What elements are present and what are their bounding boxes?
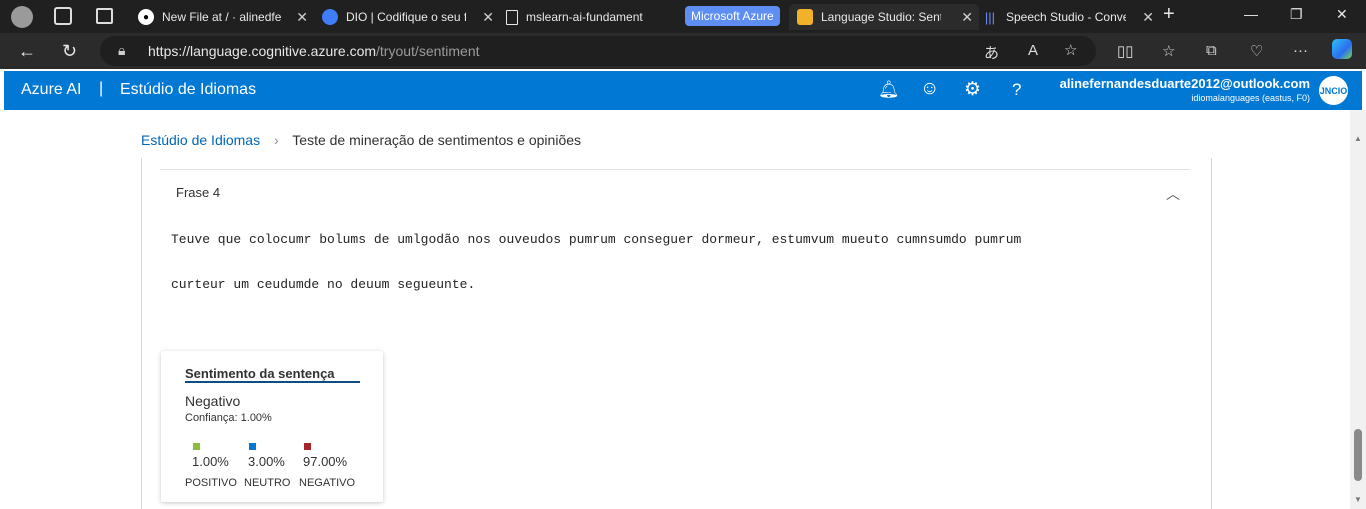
lock-icon[interactable]: 🔒︎ — [118, 42, 125, 59]
negative-label: NEGATIVO — [299, 477, 356, 489]
tab-title: New File at / · alinedfer — [162, 10, 282, 24]
tab-title: Speech Studio - Conve — [1006, 10, 1126, 24]
positive-color-square — [193, 443, 200, 450]
document-icon — [506, 9, 518, 25]
split-screen-icon[interactable]: ▯▯ — [1117, 42, 1134, 60]
sentence-sentiment-card: Sentimento da sentença Negativo Confianç… — [161, 351, 383, 502]
brand-title[interactable]: Azure AI — [21, 81, 81, 99]
negative-score: 97.00% — [303, 454, 348, 469]
browser-essentials-icon[interactable]: ♡ — [1250, 42, 1263, 60]
account-info[interactable]: alinefernandesduarte2012@outlook.com idi… — [1060, 76, 1310, 103]
speech-icon: ||| — [984, 9, 996, 25]
neutral-label: NEUTRO — [244, 477, 291, 489]
avatar[interactable]: JNCIO — [1319, 76, 1348, 105]
negative-color-square — [304, 443, 311, 450]
feedback-smiley-icon[interactable]: ☺ — [920, 78, 939, 100]
help-icon[interactable]: ? — [1012, 80, 1021, 100]
phrase-text-line: curteur um ceudumde no deuum segueunte. — [171, 277, 476, 292]
tab-dio[interactable]: DIO | Codifique o seu f ✕ — [316, 4, 500, 30]
tab-speech-studio[interactable]: ||| Speech Studio - Conve ✕ — [976, 4, 1160, 30]
header-separator: | — [99, 80, 104, 97]
chevron-right-icon: › — [273, 132, 279, 148]
breadcrumb-current: Teste de mineração de sentimentos e opin… — [292, 132, 582, 148]
tab-actions-icon[interactable] — [96, 8, 113, 24]
resource-name: idiomalanguages (eastus, F0) — [1191, 93, 1310, 103]
positive-score: 1.00% — [192, 454, 229, 469]
chevron-up-icon[interactable]: ︿ — [1166, 184, 1180, 204]
card-title-underline — [185, 381, 360, 383]
phrase-text-line: Teuve que colocumr bolums de umlgodão no… — [171, 232, 1022, 247]
tab-title: mslearn-ai-fundament — [526, 10, 643, 24]
url-text[interactable]: https://language.cognitive.azure.com/try… — [148, 43, 480, 59]
divider — [160, 169, 1190, 170]
phrase-label[interactable]: Frase 4 — [176, 185, 220, 200]
tab-title: DIO | Codifique o seu f — [346, 10, 466, 24]
page-scrollbar[interactable]: ▲ ▼ — [1350, 110, 1366, 509]
copilot-icon[interactable] — [1332, 39, 1352, 59]
studio-title[interactable]: Estúdio de Idiomas — [120, 81, 256, 99]
refresh-icon[interactable]: ↻ — [62, 41, 77, 62]
tab-title: Language Studio: Sent — [821, 10, 941, 24]
breadcrumb: Estúdio de Idiomas › Teste de mineração … — [141, 132, 581, 148]
language-studio-icon — [797, 9, 813, 25]
scroll-up-icon[interactable]: ▲ — [1354, 134, 1362, 143]
browser-toolbar: ← ↻ 🔒︎ https://language.cognitive.azure.… — [0, 33, 1366, 69]
scroll-thumb[interactable] — [1354, 429, 1362, 481]
browser-tab-strip: ● New File at / · alinedfer ✕ DIO | Codi… — [0, 0, 1366, 33]
minimize-icon[interactable]: — — [1244, 6, 1258, 22]
tab-group-label[interactable]: Microsoft Azure — [685, 6, 780, 26]
breadcrumb-home-link[interactable]: Estúdio de Idiomas — [141, 132, 260, 148]
close-tab-icon[interactable]: ✕ — [1142, 9, 1154, 26]
address-bar[interactable]: 🔒︎ https://language.cognitive.azure.com/… — [100, 36, 1096, 66]
back-icon[interactable]: ← — [18, 41, 36, 62]
workspaces-icon[interactable] — [54, 7, 72, 25]
close-tab-icon[interactable]: ✕ — [482, 9, 494, 26]
more-icon[interactable]: ··· — [1293, 42, 1308, 59]
favorites-icon[interactable]: ☆ — [1162, 42, 1175, 60]
close-window-icon[interactable]: ✕ — [1336, 6, 1348, 23]
sentiment-value: Negativo — [185, 393, 241, 409]
close-tab-icon[interactable]: ✕ — [296, 9, 308, 26]
neutral-color-square — [249, 443, 256, 450]
app-header: Azure AI | Estúdio de Idiomas 🔔︎ ☺ ⚙ ? a… — [4, 71, 1362, 110]
confidence-value: Confiança: 1.00% — [185, 412, 272, 424]
bell-icon[interactable]: 🔔︎ — [878, 80, 900, 100]
github-icon: ● — [138, 9, 154, 25]
restore-icon[interactable]: ❐ — [1290, 6, 1303, 23]
card-title: Sentimento da sentença — [185, 366, 335, 381]
translate-icon[interactable]: あ — [984, 42, 999, 63]
scroll-down-icon[interactable]: ▼ — [1354, 495, 1362, 504]
close-tab-icon[interactable]: ✕ — [961, 9, 973, 26]
read-aloud-icon[interactable]: A — [1028, 42, 1038, 59]
profile-avatar[interactable] — [11, 6, 33, 28]
collections-icon[interactable]: ⧉ — [1206, 42, 1217, 59]
dio-icon — [322, 9, 338, 25]
tab-mslearn[interactable]: mslearn-ai-fundament — [500, 4, 684, 30]
account-email: alinefernandesduarte2012@outlook.com — [1059, 76, 1310, 91]
new-tab-icon[interactable]: + — [1163, 3, 1175, 26]
tab-language-studio[interactable]: Language Studio: Sent ✕ — [789, 4, 979, 30]
tab-github[interactable]: ● New File at / · alinedfer ✕ — [132, 4, 314, 30]
neutral-score: 3.00% — [248, 454, 285, 469]
favorite-star-icon[interactable]: ☆ — [1064, 41, 1077, 59]
gear-icon[interactable]: ⚙ — [964, 78, 981, 101]
positive-label: POSITIVO — [185, 477, 237, 489]
